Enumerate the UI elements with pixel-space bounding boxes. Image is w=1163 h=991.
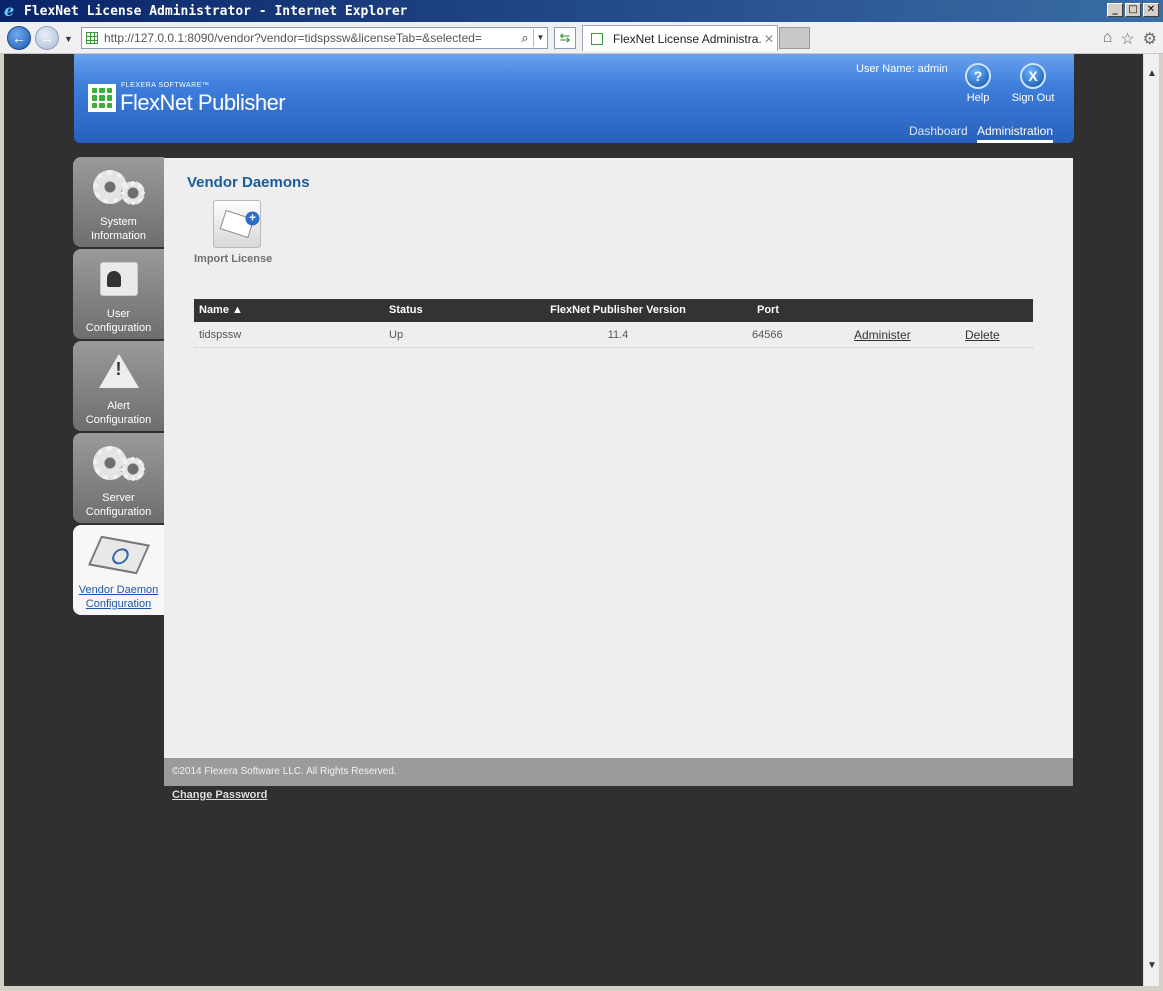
column-header-port: Port bbox=[757, 304, 779, 316]
sidebar-item-label: System Information bbox=[90, 216, 147, 242]
home-icon[interactable]: ⌂ bbox=[1103, 29, 1113, 49]
brand-company: FLEXERA SOFTWARE™ bbox=[121, 82, 210, 89]
gears-icon bbox=[73, 441, 164, 485]
sidebar-item-server-configuration[interactable]: Server Configuration bbox=[73, 433, 164, 523]
sidebar-item-system-information[interactable]: System Information bbox=[73, 157, 164, 247]
column-header-version: FlexNet Publisher Version bbox=[550, 304, 686, 316]
page-title: Vendor Daemons bbox=[187, 174, 310, 191]
close-tab-icon[interactable]: ✕ bbox=[761, 32, 777, 46]
sidebar-item-user-configuration[interactable]: User Configuration bbox=[73, 249, 164, 339]
sign-out-icon: X bbox=[1020, 63, 1046, 89]
back-button[interactable]: ← bbox=[7, 26, 31, 50]
cell-port: 64566 bbox=[752, 329, 783, 341]
forward-button[interactable]: → bbox=[35, 26, 59, 50]
refresh-button[interactable]: ⇆ bbox=[554, 27, 576, 49]
history-dropdown-icon[interactable]: ▼ bbox=[64, 34, 73, 44]
id-badge-icon bbox=[73, 257, 164, 301]
gear-icon[interactable]: ⚙ bbox=[1143, 29, 1157, 49]
import-license-label[interactable]: Import License bbox=[194, 253, 272, 265]
help-label: Help bbox=[966, 92, 990, 104]
sidebar-item-label: Server Configuration bbox=[85, 492, 152, 518]
administer-link[interactable]: Administer bbox=[854, 322, 911, 348]
app-header: FLEXERA SOFTWARE™ FlexNet Publisher User… bbox=[74, 54, 1074, 143]
tab-dashboard[interactable]: Dashboard bbox=[909, 124, 968, 140]
cell-version: 11.4 bbox=[607, 329, 629, 341]
tab-page-icon bbox=[591, 32, 603, 45]
certificate-icon bbox=[73, 533, 164, 577]
sidebar-item-label: User Configuration bbox=[85, 308, 152, 334]
minimize-button[interactable]: _ bbox=[1107, 3, 1123, 17]
sign-out-label: Sign Out bbox=[1011, 92, 1055, 104]
column-header-name[interactable]: Name ▲ bbox=[199, 299, 243, 322]
search-icon[interactable]: ⌕ bbox=[517, 30, 533, 46]
sidebar-item-label[interactable]: Vendor Daemon Configuration bbox=[73, 583, 164, 611]
page-icon bbox=[86, 32, 98, 44]
sidebar: System Information User Configuration ! … bbox=[73, 157, 164, 617]
page-viewport: FLEXERA SOFTWARE™ FlexNet Publisher User… bbox=[4, 54, 1143, 986]
table-row: tidspssw Up 11.4 64566 Administer Delete bbox=[194, 322, 1033, 348]
address-bar[interactable]: http://127.0.0.1:8090/vendor?vendor=tids… bbox=[81, 27, 548, 49]
browser-right-icons: ⌂ ☆ ⚙ bbox=[1103, 29, 1157, 49]
change-password-link[interactable]: Change Password bbox=[172, 789, 267, 801]
plus-icon: + bbox=[245, 211, 260, 226]
main-content: Vendor Daemons + Import License Name ▲ S… bbox=[164, 158, 1073, 758]
delete-link[interactable]: Delete bbox=[965, 322, 1000, 348]
window-frame-bottom bbox=[0, 986, 1163, 991]
flexnet-logo-icon bbox=[88, 84, 116, 112]
import-license-button[interactable]: + bbox=[213, 200, 261, 248]
cell-status: Up bbox=[389, 329, 404, 341]
window-controls: _ □ ✕ bbox=[1107, 3, 1159, 17]
brand-name: FlexNet Publisher bbox=[120, 90, 286, 115]
sidebar-item-vendor-daemon-configuration[interactable]: Vendor Daemon Configuration bbox=[73, 525, 164, 615]
warning-icon: ! bbox=[73, 349, 164, 393]
window-titlebar: e FlexNet License Administrator - Intern… bbox=[0, 0, 1163, 22]
url-text[interactable]: http://127.0.0.1:8090/vendor?vendor=tids… bbox=[104, 31, 517, 45]
gears-icon bbox=[73, 165, 164, 209]
close-window-button[interactable]: ✕ bbox=[1143, 3, 1159, 17]
help-button[interactable]: ? Help bbox=[953, 63, 1003, 104]
sidebar-item-label: Alert Configuration bbox=[85, 400, 152, 426]
address-dropdown-icon[interactable]: ▼ bbox=[533, 29, 547, 47]
help-icon: ? bbox=[965, 63, 991, 89]
internet-explorer-icon: e bbox=[4, 1, 15, 20]
tab-title: FlexNet License Administra... bbox=[613, 31, 761, 46]
cell-name: tidspssw bbox=[199, 329, 242, 341]
license-document-icon: + bbox=[219, 209, 260, 239]
vendor-daemons-table: Name ▲ Status FlexNet Publisher Version … bbox=[194, 299, 1033, 348]
column-header-status: Status bbox=[389, 304, 423, 316]
table-header: Name ▲ Status FlexNet Publisher Version … bbox=[194, 299, 1033, 322]
browser-tab[interactable]: FlexNet License Administra... ✕ bbox=[582, 25, 778, 51]
scroll-down-icon[interactable]: ▼ bbox=[1144, 958, 1160, 974]
favorites-star-icon[interactable]: ☆ bbox=[1120, 29, 1134, 49]
window-frame-right bbox=[1159, 54, 1163, 986]
page-footer: ©2014 Flexera Software LLC. All Rights R… bbox=[164, 758, 1073, 786]
browser-toolbar: ← → ▼ http://127.0.0.1:8090/vendor?vendo… bbox=[0, 22, 1163, 54]
tab-administration[interactable]: Administration bbox=[977, 124, 1054, 143]
vertical-scrollbar[interactable]: ▲ ▼ bbox=[1143, 54, 1159, 986]
sign-out-button[interactable]: X Sign Out bbox=[1008, 63, 1058, 104]
username-label: User Name: admin bbox=[856, 63, 948, 75]
window-title: FlexNet License Administrator - Internet… bbox=[24, 3, 408, 19]
scroll-up-icon[interactable]: ▲ bbox=[1144, 66, 1160, 82]
sidebar-item-alert-configuration[interactable]: ! Alert Configuration bbox=[73, 341, 164, 431]
new-tab-button[interactable] bbox=[779, 27, 810, 49]
maximize-button[interactable]: □ bbox=[1125, 3, 1141, 17]
